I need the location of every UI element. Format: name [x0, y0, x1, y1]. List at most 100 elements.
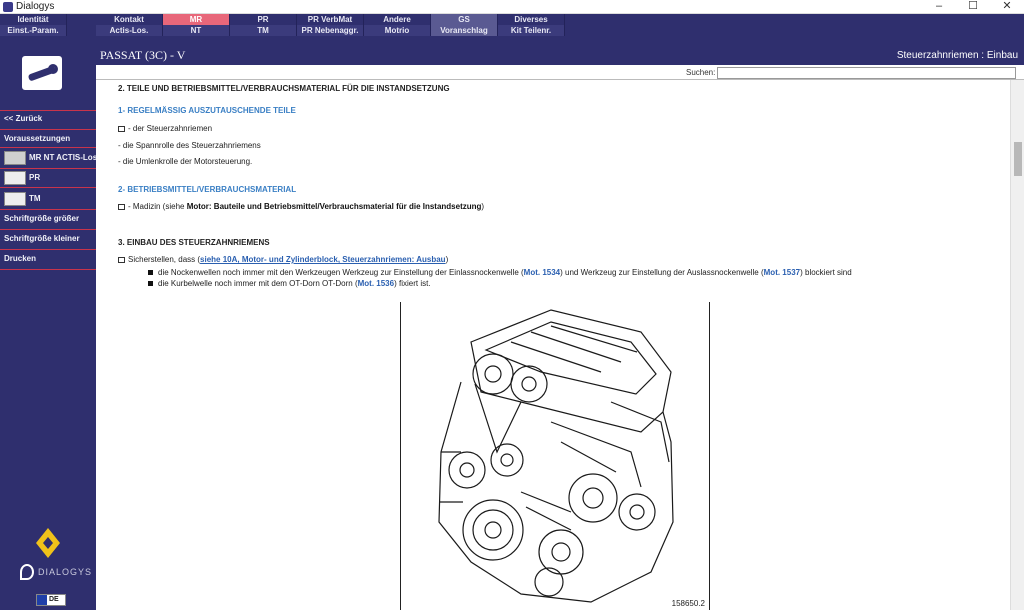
- app-icon: [3, 2, 13, 12]
- bullet-icon: [148, 270, 153, 276]
- mr-actis-label: MR NT ACTIS-Los.: [29, 153, 100, 162]
- parts-icon: [4, 170, 26, 185]
- menu-tab-top[interactable]: PR: [230, 14, 296, 25]
- language-code: DE: [49, 596, 59, 603]
- menu-tab-top[interactable]: GS: [431, 14, 497, 25]
- note-icon: [118, 256, 125, 263]
- sidebar: << Zurück Voraussetzungen MR NT ACTIS-Lo…: [0, 36, 99, 610]
- wrench-icon: [22, 56, 62, 90]
- menu-tab-identitaet[interactable]: Identität Einst.-Param.: [0, 14, 67, 36]
- menu-tab-bottom[interactable]: NT: [163, 25, 229, 36]
- document-header: PASSAT (3C) - V Steuerzahnriemen : Einba…: [96, 36, 1024, 66]
- menu-tab-pr[interactable]: PR TM: [230, 14, 297, 36]
- dialogys-mark-icon: [20, 564, 34, 580]
- menu-tab-bottom[interactable]: Actis-Los.: [96, 25, 162, 36]
- divider: [0, 187, 96, 188]
- menu-tab-top[interactable]: Andere: [364, 14, 430, 25]
- divider: [0, 269, 96, 270]
- pr-link[interactable]: PR: [4, 170, 94, 186]
- renault-logo-icon: [36, 528, 60, 558]
- vehicle-title: PASSAT (3C) - V: [100, 48, 186, 62]
- search-input[interactable]: [717, 67, 1016, 79]
- font-bigger-link[interactable]: Schriftgröße größer: [4, 211, 94, 227]
- divider: [0, 249, 96, 250]
- divider: [0, 229, 96, 230]
- check-text: Sicherstellen, dass (: [128, 255, 201, 264]
- engine-illustration: 158650.2: [400, 302, 710, 610]
- bullet-item: die Kurbelwelle noch immer mit dem OT-Do…: [148, 279, 431, 288]
- menu-tab-bottom[interactable]: Voranschlag: [431, 25, 497, 36]
- list-item-text: - der Steuerzahnriemen: [128, 124, 213, 133]
- close-button[interactable]: ✕: [990, 0, 1024, 14]
- labour-time-icon: [4, 191, 26, 206]
- section-heading-installation: 3. EINBAU DES STEUERZAHNRIEMENS: [118, 238, 270, 247]
- dialogys-logo: DIALOGYS: [20, 564, 91, 582]
- bullet-text: ) und Werkzeug zur Einstellung der Ausla…: [560, 268, 764, 277]
- menu-tab-top[interactable]: PR VerbMat: [297, 14, 363, 25]
- menu-tab-top[interactable]: Kontakt: [96, 14, 162, 25]
- list-item: - die Spannrolle des Steuerzahnriemens: [118, 141, 261, 150]
- bullet-text: ) fixiert ist.: [394, 279, 431, 288]
- tm-label: TM: [29, 194, 41, 203]
- document-content: 2. TEILE UND BETRIEBSMITTEL/VERBRAUCHSMA…: [96, 80, 1010, 610]
- menu-tab-top[interactable]: Diverses: [498, 14, 564, 25]
- list-item: - die Umlenkrolle der Motorsteuerung.: [118, 157, 253, 166]
- figure-caption: 158650.2: [671, 599, 705, 608]
- bullet-text: die Kurbelwelle noch immer mit dem OT-Do…: [158, 279, 358, 288]
- menu-tab-top[interactable]: MR: [163, 14, 229, 25]
- divider: [0, 129, 96, 130]
- dialogys-brand: DIALOGYS: [38, 567, 93, 577]
- check-text: ): [445, 255, 449, 264]
- list-item-text: - Madizin (siehe: [128, 202, 187, 211]
- subheading-consumables: 2- BETRIEBSMITTEL/VERBRAUCHSMATERIAL: [118, 185, 297, 194]
- menu-tab-top[interactable]: Identität: [0, 14, 66, 25]
- menu-tab-bottom[interactable]: Motrio: [364, 25, 430, 36]
- minimize-button[interactable]: –: [922, 0, 956, 14]
- document-thumb-icon: [4, 150, 26, 165]
- menu-tab-bottom[interactable]: TM: [230, 25, 296, 36]
- note-icon: [118, 125, 125, 132]
- divider: [0, 209, 96, 210]
- tm-link[interactable]: TM: [4, 191, 94, 207]
- menu-tab-bottom[interactable]: Kit Teilenr.: [498, 25, 564, 36]
- divider: [0, 147, 96, 148]
- menu-tab-bottom[interactable]: Einst.-Param.: [0, 25, 66, 36]
- menu-tab-kontakt[interactable]: Kontakt Actis-Los.: [96, 14, 163, 36]
- mr-actis-link[interactable]: MR NT ACTIS-Los.: [4, 150, 99, 166]
- search-row: Suchen:: [96, 66, 1024, 80]
- divider: [0, 168, 96, 169]
- check-line: Sicherstellen, dass (siehe 10A, Motor- u…: [118, 255, 448, 264]
- scrollbar-thumb[interactable]: [1014, 142, 1022, 176]
- vertical-scrollbar[interactable]: [1010, 80, 1024, 610]
- maximize-button[interactable]: ☐: [956, 0, 990, 14]
- note-icon: [118, 203, 125, 210]
- menu-tab-diverses[interactable]: Diverses Kit Teilenr.: [498, 14, 565, 36]
- print-link[interactable]: Drucken: [4, 251, 94, 267]
- list-item-text: ): [481, 202, 485, 211]
- back-link[interactable]: << Zurück: [4, 111, 94, 127]
- list-item: - Madizin (siehe Motor: Bauteile und Bet…: [118, 202, 484, 211]
- menu-tab-bottom[interactable]: PR Nebenaggr.: [297, 25, 363, 36]
- font-smaller-link[interactable]: Schriftgröße kleiner: [4, 231, 94, 247]
- reference-link[interactable]: Motor: Bauteile und Betriebsmittel/Verbr…: [187, 202, 482, 211]
- top-menu: Identität Einst.-Param. Kontakt Actis-Los.…: [0, 14, 1024, 36]
- window-title: Dialogys: [16, 1, 55, 12]
- tool-reference-link[interactable]: Mot. 1537: [764, 268, 800, 277]
- removal-link[interactable]: siehe 10A, Motor- und Zylinderblock, Ste…: [200, 255, 446, 264]
- engine-drawing-icon: [438, 309, 674, 603]
- title-bar: Dialogys – ☐ ✕: [0, 0, 1024, 14]
- menu-tab-pr-verbmat[interactable]: PR VerbMat PR Nebenaggr.: [297, 14, 364, 36]
- menu-tab-andere[interactable]: Andere Motrio: [364, 14, 431, 36]
- menu-tab-mr[interactable]: MR NT: [163, 14, 230, 36]
- language-flag-icon[interactable]: DE: [36, 594, 66, 606]
- bullet-icon: [148, 281, 153, 287]
- pr-label: PR: [29, 173, 41, 182]
- section-title: Steuerzahnriemen : Einbau: [896, 50, 1018, 61]
- prerequisites-link[interactable]: Voraussetzungen: [4, 131, 94, 147]
- tool-reference-link[interactable]: Mot. 1534: [524, 268, 560, 277]
- search-label: Suchen:: [686, 68, 716, 77]
- tool-reference-link[interactable]: Mot. 1536: [358, 279, 394, 288]
- section-heading-parts: 2. TEILE UND BETRIEBSMITTEL/VERBRAUCHSMA…: [118, 84, 450, 93]
- menu-tab-gs[interactable]: GS Voranschlag: [431, 14, 498, 36]
- bullet-text: ) blockiert sind: [800, 268, 852, 277]
